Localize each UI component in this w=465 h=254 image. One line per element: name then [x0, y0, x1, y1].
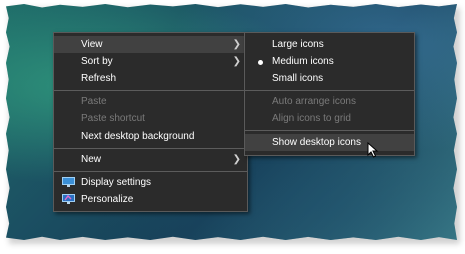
menu-item-new[interactable]: New ❯ [54, 151, 247, 168]
display-settings-icon [62, 177, 75, 187]
menu-item-paste[interactable]: Paste [54, 93, 247, 110]
mouse-cursor-icon [367, 142, 379, 158]
menu-item-label: Refresh [81, 73, 117, 84]
menu-item-paste-shortcut[interactable]: Paste shortcut [54, 110, 247, 127]
chevron-right-icon: ❯ [232, 56, 241, 67]
menu-item-label: Large icons [272, 39, 324, 50]
menu-item-label: Show desktop icons [272, 137, 361, 148]
submenu-item-align-icons-to-grid[interactable]: Align icons to grid [245, 110, 414, 127]
menu-separator [54, 90, 247, 91]
menu-separator [54, 171, 247, 172]
menu-item-label: Display settings [81, 177, 152, 188]
submenu-item-auto-arrange-icons[interactable]: Auto arrange icons [245, 93, 414, 110]
menu-item-display-settings[interactable]: Display settings [54, 174, 247, 191]
menu-item-refresh[interactable]: Refresh [54, 70, 247, 87]
menu-item-label: Align icons to grid [272, 113, 351, 124]
menu-item-personalize[interactable]: Personalize [54, 191, 247, 208]
menu-item-label: Next desktop background [81, 131, 195, 142]
menu-item-label: Personalize [81, 194, 134, 205]
menu-item-label: Auto arrange icons [272, 96, 356, 107]
view-submenu: Large icons Medium icons Small icons Aut… [244, 32, 415, 156]
submenu-item-large-icons[interactable]: Large icons [245, 36, 414, 53]
menu-item-view[interactable]: View ❯ [54, 36, 247, 53]
menu-item-label: View [81, 39, 103, 50]
selected-bullet-icon [258, 60, 263, 65]
menu-separator [245, 90, 414, 91]
submenu-item-small-icons[interactable]: Small icons [245, 70, 414, 87]
menu-item-sort-by[interactable]: Sort by ❯ [54, 53, 247, 70]
menu-item-label: New [81, 154, 102, 165]
menu-separator [54, 148, 247, 149]
menu-item-label: Paste shortcut [81, 113, 145, 124]
chevron-right-icon: ❯ [232, 39, 241, 50]
desktop-context-menu: View ❯ Sort by ❯ Refresh Paste Paste sho… [53, 32, 248, 212]
personalize-icon [62, 194, 75, 204]
menu-item-label: Medium icons [272, 56, 334, 67]
menu-item-label: Paste [81, 96, 107, 107]
submenu-item-medium-icons[interactable]: Medium icons [245, 53, 414, 70]
submenu-item-show-desktop-icons[interactable]: Show desktop icons [245, 134, 414, 151]
chevron-right-icon: ❯ [232, 154, 241, 165]
menu-separator [245, 130, 414, 131]
menu-item-label: Small icons [272, 73, 324, 84]
menu-item-label: Sort by [81, 56, 113, 67]
menu-item-next-desktop-background[interactable]: Next desktop background [54, 128, 247, 145]
